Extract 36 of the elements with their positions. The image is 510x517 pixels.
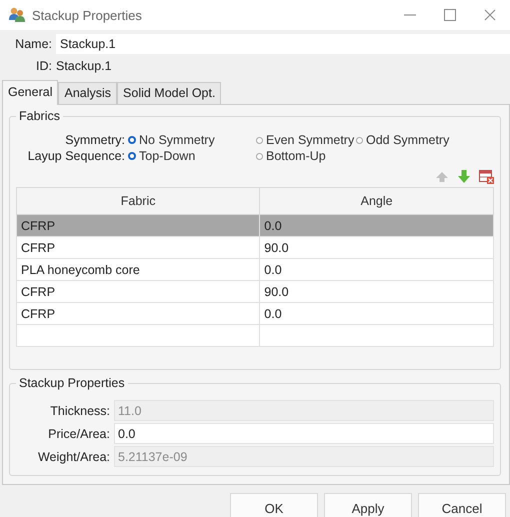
table-cell[interactable]: 90.0 <box>260 280 494 302</box>
table-cell[interactable]: 90.0 <box>260 236 494 258</box>
window-title: Stackup Properties <box>32 8 142 22</box>
dialog-button[interactable]: Cancel <box>418 493 506 517</box>
radio-group-label: Symmetry: <box>64 133 126 147</box>
table-cell[interactable]: 0.0 <box>260 214 494 236</box>
tab[interactable]: General <box>2 80 58 105</box>
group-title: Fabrics <box>18 109 61 123</box>
column-header[interactable]: Fabric <box>16 188 260 214</box>
column-header[interactable]: Angle <box>260 188 494 214</box>
id-label: ID: <box>35 59 53 73</box>
table-cell[interactable]: CFRP <box>16 236 260 258</box>
table-cell[interactable]: 0.0 <box>260 302 494 324</box>
radio-group-label: Layup Sequence: <box>26 149 126 163</box>
radio-option[interactable]: Odd Symmetry <box>356 133 494 147</box>
field-label: Price/Area: <box>47 426 111 440</box>
table-cell[interactable]: PLA honeycomb core <box>16 258 260 280</box>
tab[interactable]: Analysis <box>58 82 118 104</box>
table-cell[interactable]: CFRP <box>16 280 260 302</box>
group-title: Stackup Properties <box>18 376 126 390</box>
table-cell[interactable]: CFRP <box>16 302 260 324</box>
name-field[interactable]: Stackup.1 <box>56 34 510 54</box>
radio-option[interactable]: Bottom-Up <box>256 149 356 163</box>
name-label: Name: <box>14 37 53 51</box>
radio-option[interactable]: Even Symmetry <box>256 133 356 147</box>
dialog-button[interactable]: Apply <box>324 493 412 517</box>
table-cell[interactable]: 0.0 <box>260 258 494 280</box>
id-value: Stackup.1 <box>56 59 112 73</box>
radio-option[interactable]: No Symmetry <box>128 133 256 147</box>
table-cell[interactable]: CFRP <box>16 214 260 236</box>
radio-option[interactable]: Top-Down <box>128 149 256 163</box>
value-field[interactable]: 0.0 <box>114 423 494 444</box>
field-label: Thickness: <box>49 404 111 418</box>
field-label: Weight/Area: <box>36 450 111 464</box>
dialog-button[interactable]: OK <box>230 493 318 517</box>
tab[interactable]: Solid Model Opt. <box>117 82 222 104</box>
